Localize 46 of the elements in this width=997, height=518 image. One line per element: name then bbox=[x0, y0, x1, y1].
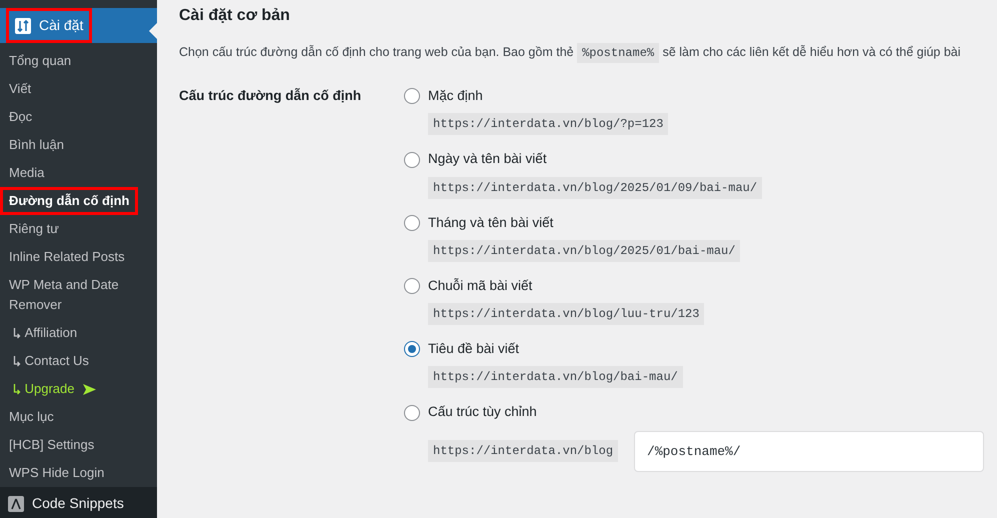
url-example: https://interdata.vn/blog/2025/01/09/bai-mau/ bbox=[428, 176, 762, 199]
option-label[interactable]: Chuỗi mã bài viết bbox=[428, 276, 532, 296]
settings-menu-item[interactable]: Cài đặt bbox=[6, 8, 92, 43]
radio-button[interactable] bbox=[404, 278, 420, 294]
submenu-item[interactable]: Đọc bbox=[0, 103, 42, 131]
submenu-item[interactable]: [HCB] Settings bbox=[0, 431, 104, 459]
submenu-item[interactable]: Inline Related Posts bbox=[0, 243, 134, 271]
tag-code: %postname% bbox=[577, 43, 660, 64]
code-snippets-menu-item[interactable]: Code Snippets bbox=[0, 487, 157, 518]
sliders-icon bbox=[15, 18, 31, 34]
submenu-item[interactable]: Viết bbox=[0, 75, 40, 103]
radio-button[interactable] bbox=[404, 214, 420, 231]
current-pointer bbox=[149, 23, 157, 39]
arrow-icon bbox=[82, 384, 96, 396]
url-example: https://interdata.vn/blog/luu-tru/123 bbox=[428, 303, 704, 326]
submenu-item[interactable]: Upgrade bbox=[0, 375, 104, 403]
sub-arrow-icon bbox=[12, 328, 21, 340]
radio-button[interactable] bbox=[404, 404, 420, 421]
url-example: https://interdata.vn/blog/?p=123 bbox=[428, 113, 668, 136]
url-prefix: https://interdata.vn/blog bbox=[428, 440, 618, 462]
option-label[interactable]: Cấu trúc tùy chỉnh bbox=[428, 402, 537, 423]
section-heading: Cài đặt cơ bản bbox=[179, 6, 291, 26]
submenu-item[interactable]: Bình luận bbox=[0, 131, 73, 159]
submenu-item[interactable]: WP Meta and Date Remover bbox=[0, 271, 150, 319]
radio-button[interactable] bbox=[404, 341, 420, 358]
submenu-item[interactable]: Tổng quan bbox=[0, 47, 80, 75]
sub-arrow-icon bbox=[12, 356, 21, 368]
radio-button[interactable] bbox=[404, 152, 420, 168]
url-example: https://interdata.vn/blog/2025/01/bai-mau/ bbox=[428, 240, 740, 262]
submenu-item[interactable]: Đường dẫn cố định bbox=[0, 187, 138, 215]
option-label[interactable]: Tháng và tên bài viết bbox=[428, 212, 554, 233]
submenu-item[interactable]: WPS Hide Login bbox=[0, 459, 114, 487]
custom-structure-field[interactable]: /%postname%/ bbox=[634, 430, 984, 472]
description-text: Chọn cấu trúc đường dẫn cố định cho trang web của bạn. Bao gồm thẻ %postname% sẽ làm cho các liên kết dễ hiểu hơn và có thể giúp bài bbox=[179, 43, 975, 62]
submenu-item[interactable]: Riêng tư bbox=[0, 215, 68, 243]
submenu-item[interactable]: Media bbox=[0, 159, 54, 187]
field-label: Cấu trúc đường dẫn cố định bbox=[179, 87, 362, 106]
url-example: https://interdata.vn/blog/bai-mau/ bbox=[428, 366, 683, 388]
sub-arrow-icon bbox=[12, 384, 21, 396]
option-label[interactable]: Mặc định bbox=[428, 86, 483, 106]
option-label[interactable]: Ngày và tên bài viết bbox=[428, 149, 547, 170]
submenu-item[interactable]: Contact Us bbox=[0, 347, 98, 375]
option-label[interactable]: Tiêu đề bài viết bbox=[428, 339, 520, 360]
submenu-item[interactable]: Mục lục bbox=[0, 403, 63, 431]
submenu-item[interactable]: Affiliation bbox=[0, 319, 86, 347]
radio-button[interactable] bbox=[404, 88, 420, 104]
